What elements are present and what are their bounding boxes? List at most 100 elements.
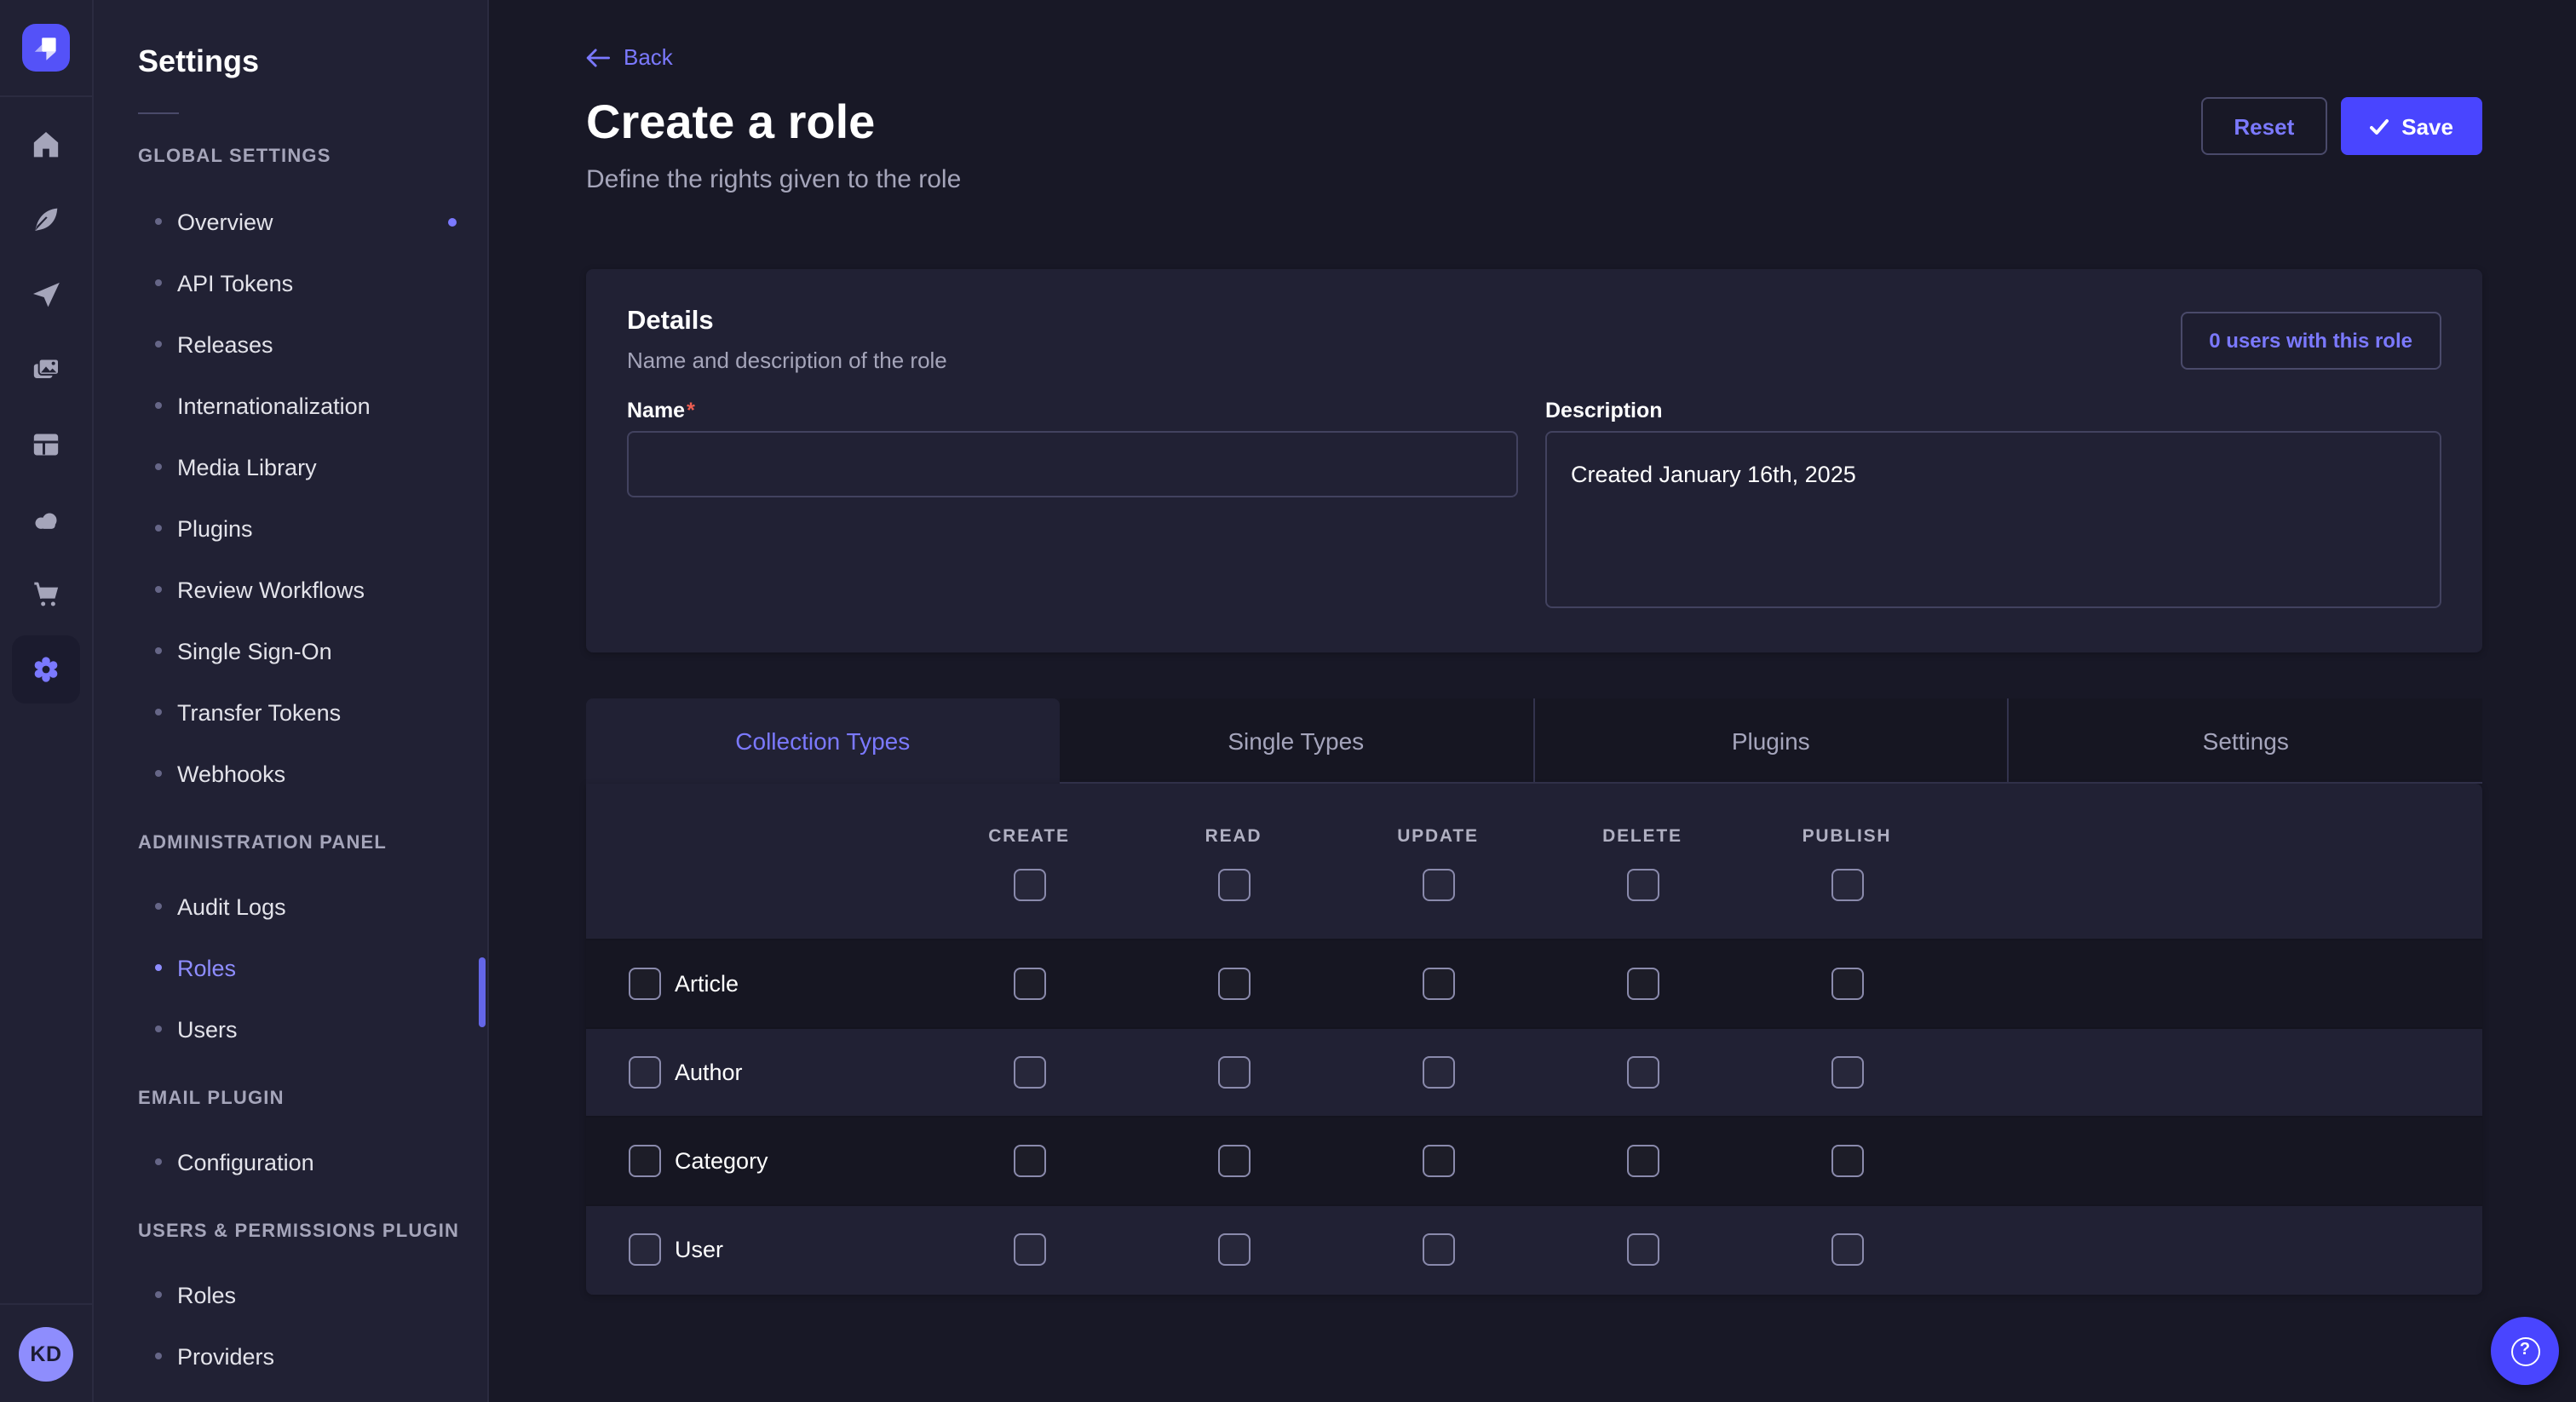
section-label-global-settings: GLOBAL SETTINGS bbox=[138, 147, 487, 167]
cart-icon[interactable] bbox=[12, 560, 80, 629]
sidebar-item-plugins[interactable]: Plugins bbox=[94, 497, 487, 559]
category-create-checkbox[interactable] bbox=[1013, 1145, 1045, 1177]
bullet-icon bbox=[155, 964, 162, 971]
save-button[interactable]: Save bbox=[2340, 97, 2482, 155]
article-read-checkbox[interactable] bbox=[1217, 968, 1250, 1000]
select-all-create-checkbox[interactable] bbox=[1013, 869, 1045, 901]
tab-collection-types[interactable]: Collection Types bbox=[586, 698, 1060, 784]
sidebar-item-single-sign-on[interactable]: Single Sign-On bbox=[94, 620, 487, 681]
description-textarea[interactable]: Created January 16th, 2025 bbox=[1545, 431, 2441, 608]
author-create-checkbox[interactable] bbox=[1013, 1056, 1045, 1089]
author-delete-checkbox[interactable] bbox=[1626, 1056, 1659, 1089]
bullet-icon bbox=[155, 586, 162, 593]
bullet-icon bbox=[155, 709, 162, 715]
page-subtitle: Define the rights given to the role bbox=[586, 165, 961, 194]
back-link[interactable]: Back bbox=[586, 44, 673, 70]
table-row-category: Category bbox=[586, 1116, 2482, 1204]
category-read-checkbox[interactable] bbox=[1217, 1145, 1250, 1177]
avatar[interactable]: KD bbox=[19, 1326, 73, 1381]
select-all-read-checkbox[interactable] bbox=[1217, 869, 1250, 901]
article-update-checkbox[interactable] bbox=[1422, 968, 1454, 1000]
tab-plugins[interactable]: Plugins bbox=[1532, 698, 2008, 784]
bullet-icon bbox=[155, 770, 162, 777]
permission-column-labels: CREATE READ UPDATE DELETE PUBLISH bbox=[927, 826, 1949, 847]
sidebar-item-review-workflows[interactable]: Review Workflows bbox=[94, 559, 487, 620]
bullet-icon bbox=[155, 903, 162, 910]
arrow-left-icon bbox=[586, 47, 610, 67]
sidebar-item-internationalization[interactable]: Internationalization bbox=[94, 375, 487, 436]
category-update-checkbox[interactable] bbox=[1422, 1145, 1454, 1177]
gear-icon[interactable] bbox=[12, 635, 80, 704]
strapi-logo-icon[interactable] bbox=[22, 24, 70, 72]
reset-button[interactable]: Reset bbox=[2201, 97, 2326, 155]
details-card: Details Name and description of the role… bbox=[586, 269, 2482, 652]
sidebar-item-releases[interactable]: Releases bbox=[94, 313, 487, 375]
rail-nav bbox=[12, 111, 80, 704]
section-users-permissions-plugin: Roles Providers bbox=[94, 1264, 487, 1387]
sidebar-item-configuration[interactable]: Configuration bbox=[94, 1131, 487, 1192]
category-row-checkbox[interactable] bbox=[629, 1145, 661, 1177]
tab-single-types[interactable]: Single Types bbox=[1060, 698, 1533, 784]
select-all-publish-checkbox[interactable] bbox=[1831, 869, 1863, 901]
user-create-checkbox[interactable] bbox=[1013, 1233, 1045, 1266]
table-row-author: Author bbox=[586, 1027, 2482, 1116]
home-icon[interactable] bbox=[12, 111, 80, 179]
help-button[interactable]: ? bbox=[2491, 1317, 2559, 1385]
bullet-icon bbox=[155, 1291, 162, 1298]
select-all-delete-checkbox[interactable] bbox=[1626, 869, 1659, 901]
author-read-checkbox[interactable] bbox=[1217, 1056, 1250, 1089]
sidebar-item-users[interactable]: Users bbox=[94, 998, 487, 1060]
author-update-checkbox[interactable] bbox=[1422, 1056, 1454, 1089]
feather-icon[interactable] bbox=[12, 186, 80, 254]
main-content: Back Create a role Define the rights giv… bbox=[489, 0, 2576, 1402]
user-read-checkbox[interactable] bbox=[1217, 1233, 1250, 1266]
category-publish-checkbox[interactable] bbox=[1831, 1145, 1863, 1177]
category-delete-checkbox[interactable] bbox=[1626, 1145, 1659, 1177]
sidebar-item-overview[interactable]: Overview bbox=[94, 191, 487, 252]
table-row-user: User bbox=[586, 1204, 2482, 1293]
notification-dot bbox=[448, 217, 457, 226]
select-all-update-checkbox[interactable] bbox=[1422, 869, 1454, 901]
article-delete-checkbox[interactable] bbox=[1626, 968, 1659, 1000]
sidebar-item-audit-logs[interactable]: Audit Logs bbox=[94, 876, 487, 937]
bullet-icon bbox=[155, 218, 162, 225]
sidebar-item-roles-up[interactable]: Roles bbox=[94, 1264, 487, 1325]
permissions-header: CREATE READ UPDATE DELETE PUBLISH bbox=[586, 784, 2482, 939]
author-publish-checkbox[interactable] bbox=[1831, 1056, 1863, 1089]
name-input[interactable] bbox=[627, 431, 1518, 497]
media-library-icon[interactable] bbox=[12, 336, 80, 404]
user-delete-checkbox[interactable] bbox=[1626, 1233, 1659, 1266]
user-row-checkbox[interactable] bbox=[629, 1233, 661, 1266]
sidebar-item-providers[interactable]: Providers bbox=[94, 1325, 487, 1387]
users-with-role-button[interactable]: 0 users with this role bbox=[2180, 312, 2441, 370]
rail-footer: KD bbox=[0, 1303, 92, 1402]
paper-plane-icon[interactable] bbox=[12, 261, 80, 329]
bullet-icon bbox=[155, 1158, 162, 1165]
sidebar-item-transfer-tokens[interactable]: Transfer Tokens bbox=[94, 681, 487, 743]
article-row-checkbox[interactable] bbox=[629, 968, 661, 1000]
settings-subnav: Settings GLOBAL SETTINGS Overview API To… bbox=[94, 0, 489, 1402]
page-title: Create a role bbox=[586, 95, 875, 150]
author-row-checkbox[interactable] bbox=[629, 1056, 661, 1089]
sidebar-item-webhooks[interactable]: Webhooks bbox=[94, 743, 487, 804]
user-update-checkbox[interactable] bbox=[1422, 1233, 1454, 1266]
user-publish-checkbox[interactable] bbox=[1831, 1233, 1863, 1266]
layout-icon[interactable] bbox=[12, 411, 80, 479]
bullet-icon bbox=[155, 341, 162, 348]
subnav-scrollbar-thumb[interactable] bbox=[479, 957, 486, 1027]
select-all-checkboxes bbox=[927, 869, 1949, 901]
app-root: KD Settings GLOBAL SETTINGS Overview API… bbox=[0, 0, 2576, 1402]
icon-rail: KD bbox=[0, 0, 94, 1402]
tab-settings[interactable]: Settings bbox=[2008, 698, 2483, 784]
cloud-icon[interactable] bbox=[12, 486, 80, 554]
article-publish-checkbox[interactable] bbox=[1831, 968, 1863, 1000]
sidebar-item-media-library[interactable]: Media Library bbox=[94, 436, 487, 497]
question-mark-icon: ? bbox=[2510, 1336, 2539, 1365]
sidebar-item-roles-admin[interactable]: Roles bbox=[94, 937, 487, 998]
sidebar-item-api-tokens[interactable]: API Tokens bbox=[94, 252, 487, 313]
header-actions: Reset Save bbox=[2201, 97, 2482, 155]
column-publish: PUBLISH bbox=[1745, 826, 1949, 847]
bullet-icon bbox=[155, 1026, 162, 1032]
article-create-checkbox[interactable] bbox=[1013, 968, 1045, 1000]
check-icon bbox=[2369, 117, 2388, 135]
